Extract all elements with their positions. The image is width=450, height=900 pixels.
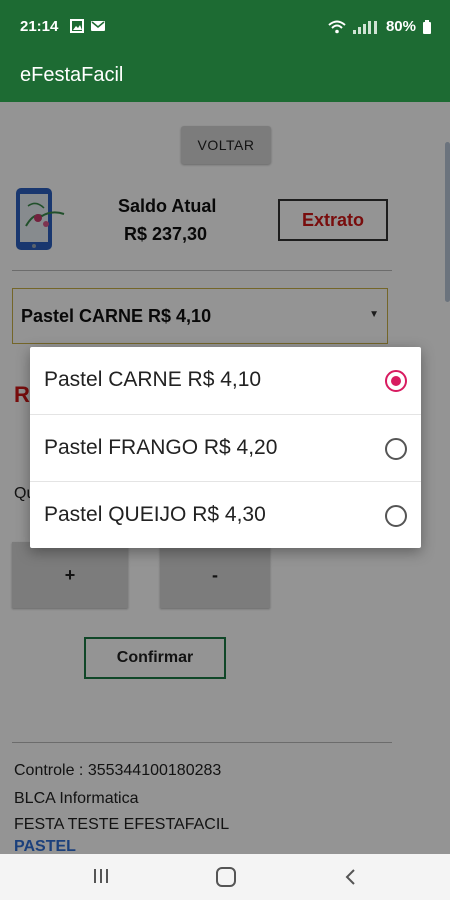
status-bar: 21:14 80%: [0, 0, 450, 56]
app-title: eFestaFacil: [20, 64, 124, 86]
wifi-icon: [328, 20, 346, 33]
dialog-option-carne[interactable]: Pastel CARNE R$ 4,10: [30, 347, 421, 414]
product-selection-dialog: Pastel CARNE R$ 4,10 Pastel FRANGO R$ 4,…: [30, 347, 421, 548]
home-icon[interactable]: [216, 867, 236, 887]
app-bar: eFestaFacil: [0, 56, 450, 102]
status-time: 21:14: [20, 18, 59, 35]
gallery-icon: [70, 19, 84, 33]
radio-selected-icon[interactable]: [385, 370, 407, 392]
option-label: Pastel QUEIJO R$ 4,30: [44, 503, 266, 526]
battery-icon: [423, 19, 431, 34]
option-label: Pastel FRANGO R$ 4,20: [44, 436, 278, 459]
recents-icon[interactable]: [92, 868, 110, 884]
message-icon: [91, 21, 105, 31]
option-label: Pastel CARNE R$ 4,10: [44, 368, 262, 391]
back-icon[interactable]: [342, 868, 360, 886]
dialog-option-frango[interactable]: Pastel FRANGO R$ 4,20: [30, 414, 421, 481]
signal-icon: [352, 20, 377, 34]
radio-unselected-icon[interactable]: [385, 505, 407, 527]
radio-unselected-icon[interactable]: [385, 438, 407, 460]
dialog-option-queijo[interactable]: Pastel QUEIJO R$ 4,30: [30, 481, 421, 548]
system-nav-bar: [0, 854, 450, 900]
battery-percent: 80%: [385, 18, 416, 35]
